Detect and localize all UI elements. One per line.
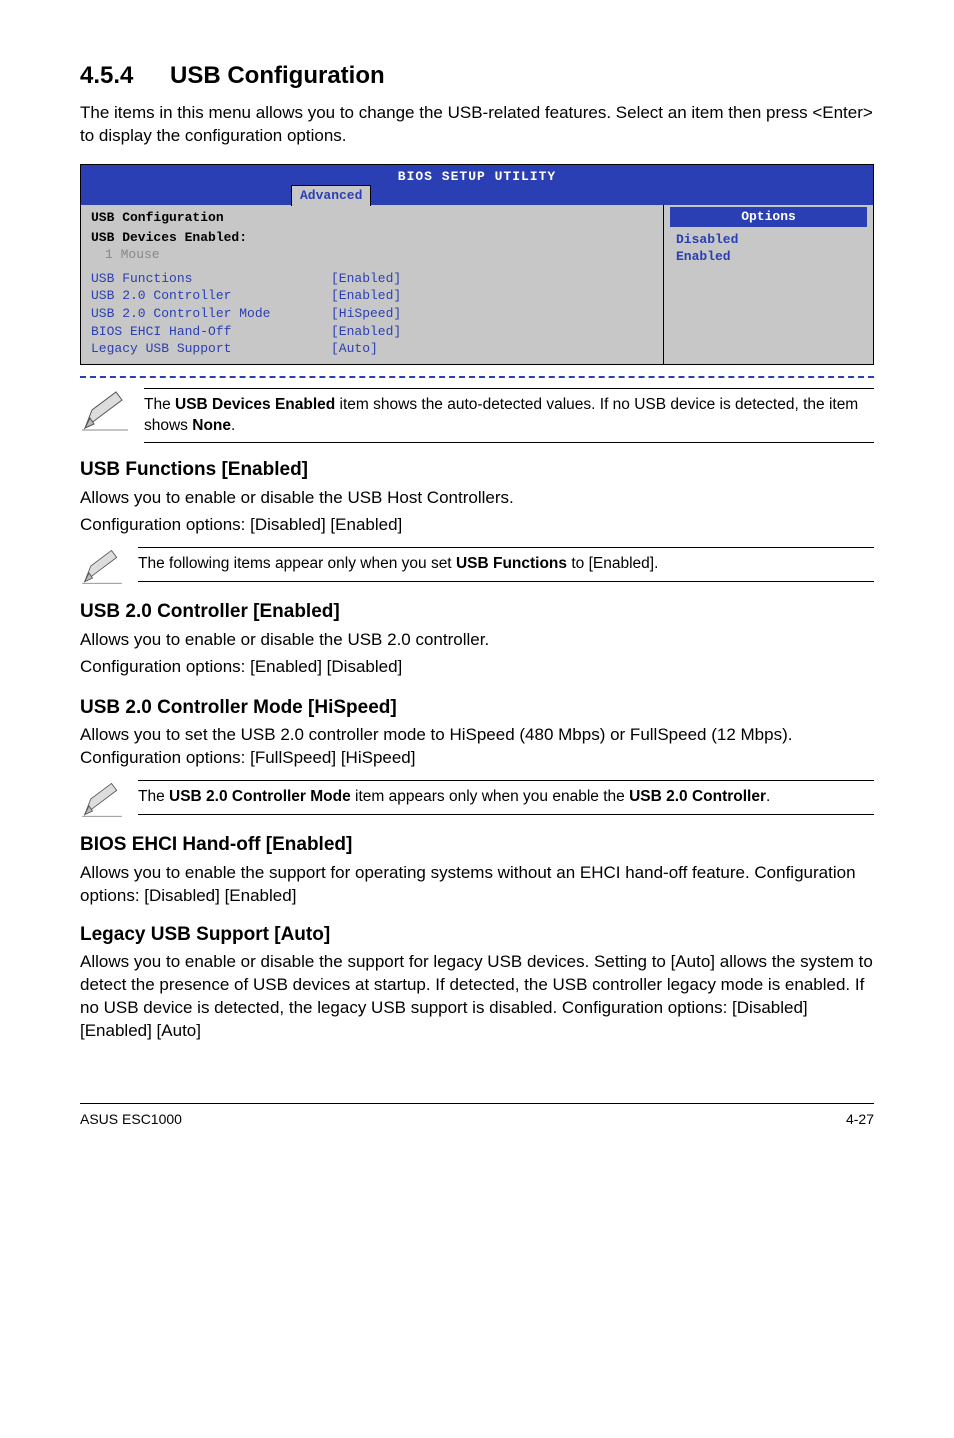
paragraph: Allows you to set the USB 2.0 controller… [80,724,874,770]
bios-setting-key: USB Functions [91,270,331,288]
bios-setting-value: [Enabled] [331,323,401,341]
paragraph: Allows you to enable or disable the USB … [80,629,874,652]
bios-setting-value: [HiSpeed] [331,305,401,323]
bios-option-item[interactable]: Disabled [664,231,873,249]
section-number: 4.5.4 [80,60,170,92]
footer-left: ASUS ESC1000 [80,1110,182,1129]
paragraph: Allows you to enable or disable the supp… [80,951,874,1043]
intro-paragraph: The items in this menu allows you to cha… [80,102,874,148]
pencil-icon [80,547,124,585]
pencil-icon [80,388,130,432]
bios-setting-row[interactable]: USB 2.0 Controller Mode [HiSpeed] [91,305,653,323]
bios-setting-key: BIOS EHCI Hand-Off [91,323,331,341]
bios-setting-row[interactable]: BIOS EHCI Hand-Off [Enabled] [91,323,653,341]
heading-legacy-usb: Legacy USB Support [Auto] [80,922,874,948]
bios-setting-row[interactable]: USB Functions [Enabled] [91,270,653,288]
heading-ehci: BIOS EHCI Hand-off [Enabled] [80,832,874,858]
bios-devices-value: 1 Mouse [91,246,653,264]
bios-panel-title: USB Configuration [91,209,653,227]
bios-main-area: USB Configuration USB Devices Enabled: 1… [81,205,663,363]
bios-tab-advanced[interactable]: Advanced [291,185,371,206]
note-text: The USB 2.0 Controller Mode item appears… [138,780,874,815]
paragraph: Allows you to enable or disable the USB … [80,487,874,510]
section-title: USB Configuration [170,62,385,89]
heading-usb20-controller: USB 2.0 Controller [Enabled] [80,599,874,625]
bios-setting-value: [Enabled] [331,270,401,288]
bios-setting-row[interactable]: Legacy USB Support [Auto] [91,340,653,358]
paragraph: Configuration options: [Disabled] [Enabl… [80,514,874,537]
note-block: The USB Devices Enabled item shows the a… [80,388,874,444]
bios-options-pane: Options Disabled Enabled [663,205,873,363]
page-footer: ASUS ESC1000 4-27 [80,1103,874,1129]
paragraph: Configuration options: [Enabled] [Disabl… [80,656,874,679]
bios-devices-label: USB Devices Enabled: [91,229,653,247]
heading-usb-functions: USB Functions [Enabled] [80,457,874,483]
bios-panel: BIOS SETUP UTILITY Advanced USB Configur… [80,164,874,364]
bios-setting-value: [Auto] [331,340,378,358]
bios-header: BIOS SETUP UTILITY Advanced [81,165,873,205]
section-heading: 4.5.4USB Configuration [80,60,874,92]
footer-right: 4-27 [846,1110,874,1129]
bios-cutoff-line [80,376,874,378]
bios-setting-key: USB 2.0 Controller Mode [91,305,331,323]
note-block: The following items appear only when you… [80,547,874,585]
paragraph: Allows you to enable the support for ope… [80,862,874,908]
note-text: The following items appear only when you… [138,547,874,582]
bios-utility-title: BIOS SETUP UTILITY [81,165,873,186]
bios-options-header: Options [670,207,867,227]
bios-setting-key: Legacy USB Support [91,340,331,358]
note-block: The USB 2.0 Controller Mode item appears… [80,780,874,818]
bios-setting-row[interactable]: USB 2.0 Controller [Enabled] [91,287,653,305]
pencil-icon [80,780,124,818]
heading-usb20-mode: USB 2.0 Controller Mode [HiSpeed] [80,695,874,721]
note-text: The USB Devices Enabled item shows the a… [144,388,874,444]
bios-option-item[interactable]: Enabled [664,248,873,266]
bios-setting-value: [Enabled] [331,287,401,305]
bios-setting-key: USB 2.0 Controller [91,287,331,305]
